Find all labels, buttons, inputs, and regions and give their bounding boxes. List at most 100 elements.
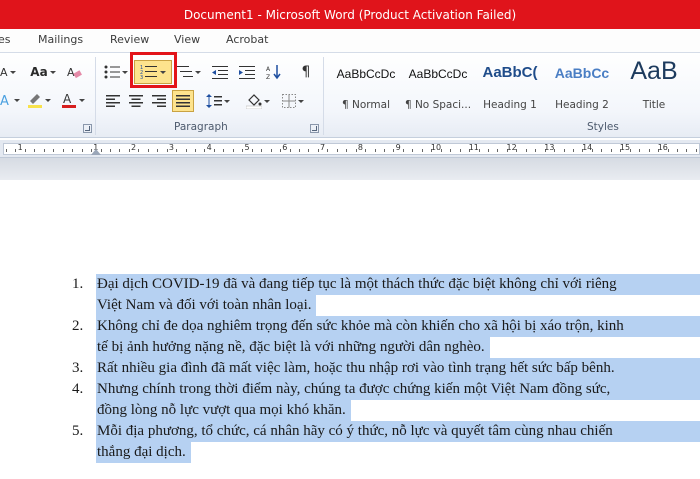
group-separator <box>323 57 324 135</box>
shrink-font-icon: A <box>0 66 8 78</box>
ruler-tick <box>365 149 367 152</box>
ruler-tick <box>110 149 111 152</box>
font-dialog-launcher[interactable] <box>83 124 92 133</box>
numbered-list: Đại dịch COVID-19 đã và đang tiếp tục là… <box>0 274 700 463</box>
multilevel-list-icon <box>177 66 193 77</box>
font-color-button[interactable]: A <box>60 90 86 110</box>
style-heading-1[interactable]: AaBbC( Heading 1 <box>475 58 545 114</box>
list-number: 4. <box>72 381 84 397</box>
ruler-number: 14 <box>582 143 593 152</box>
ruler-tick <box>72 149 74 152</box>
text-effects-button[interactable]: A <box>0 90 20 110</box>
sort-button[interactable]: AZ <box>263 62 285 82</box>
list-item[interactable]: Mỗi địa phương, tổ chức, cá nhân hãy có … <box>0 421 700 463</box>
tab-mailings[interactable]: Mailings <box>38 33 83 46</box>
tab-review[interactable]: Review <box>110 33 149 46</box>
ruler-tick <box>223 149 225 152</box>
style-sample: AaB <box>630 57 678 85</box>
borders-button[interactable] <box>280 91 306 111</box>
line-spacing-button[interactable] <box>204 91 232 111</box>
ruler-number: 13 <box>544 143 555 152</box>
text-highlight-button[interactable] <box>26 90 52 110</box>
style-normal[interactable]: AaBbCcDc ¶ Normal <box>331 58 401 114</box>
ruler-number: 6 <box>282 143 288 152</box>
style-name: Heading 2 <box>555 99 609 111</box>
style-title[interactable]: AaB Title <box>619 57 689 114</box>
list-item[interactable]: Rất nhiều gia đình đã mất việc làm, hoặc… <box>0 358 700 379</box>
ruler-tick <box>24 149 26 152</box>
ruler-tick <box>166 149 168 152</box>
svg-text:A: A <box>0 94 9 107</box>
ruler-tick <box>459 149 461 152</box>
style-sample: AaBbCcDc <box>408 67 468 81</box>
ruler-tick <box>270 149 272 152</box>
change-case-label: Aa <box>30 65 48 79</box>
style-no-spacing[interactable]: AaBbCcDc ¶ No Spaci... <box>403 58 473 114</box>
increase-indent-button[interactable] <box>236 62 258 82</box>
ruler-number: 12 <box>506 143 517 152</box>
list-item-text: Nhưng chính trong thời điểm này, chúng t… <box>97 381 611 397</box>
tab-references[interactable]: es <box>0 33 11 46</box>
ruler-tick <box>280 149 281 152</box>
ruler-tick <box>261 149 263 152</box>
ruler-tick <box>355 149 357 152</box>
list-item[interactable]: Không chỉ đe dọa nghiêm trọng đến sức kh… <box>0 316 700 358</box>
list-item[interactable]: Đại dịch COVID-19 đã và đang tiếp tục là… <box>0 274 700 316</box>
justify-button[interactable] <box>172 90 194 112</box>
ruler-tick <box>138 149 140 152</box>
ruler-tick <box>119 149 121 152</box>
list-item[interactable]: Nhưng chính trong thời điểm này, chúng t… <box>0 379 700 421</box>
ruler-tick <box>601 149 603 152</box>
ruler-scale: 1 1 2 3 4 5 6 7 8 9 10 11 12 13 14 15 16 <box>3 143 700 155</box>
style-sample: AaBbC( <box>482 64 538 81</box>
ruler-tick <box>6 149 7 152</box>
indent-marker[interactable] <box>91 149 101 155</box>
tab-view[interactable]: View <box>174 33 200 46</box>
list-item-text: Rất nhiều gia đình đã mất việc làm, hoặc… <box>97 360 615 376</box>
word-window: Document1 - Microsoft Word (Product Acti… <box>0 0 700 479</box>
ruler-tick <box>402 149 404 152</box>
shading-button[interactable] <box>244 91 272 111</box>
center-button[interactable] <box>126 91 146 111</box>
multilevel-list-button[interactable] <box>176 62 202 82</box>
ruler-tick <box>317 149 319 152</box>
list-item-text: tế bị ảnh hưởng nặng nề, đặc biệt là với… <box>97 339 485 355</box>
style-heading-2[interactable]: AaBbCc Heading 2 <box>547 58 617 114</box>
ruler-number: 2 <box>131 143 137 152</box>
bullets-button[interactable] <box>103 62 129 82</box>
ruler-tick <box>610 149 612 152</box>
decrease-indent-button[interactable] <box>209 62 231 82</box>
change-case-button[interactable]: Aa <box>30 62 56 82</box>
ruler-number: 11 <box>468 143 479 152</box>
ruler-tick <box>53 149 55 152</box>
paragraph-dialog-launcher[interactable] <box>310 124 319 133</box>
list-number: 1. <box>72 276 84 292</box>
clear-formatting-button[interactable]: A <box>64 62 84 82</box>
ruler-tick <box>242 149 244 152</box>
list-item-text: đồng lòng nỗ lực vượt qua mọi khó khăn. <box>97 402 346 418</box>
tab-acrobat[interactable]: Acrobat <box>226 33 268 46</box>
shrink-font-button[interactable]: A <box>0 62 16 82</box>
ruler-tick <box>15 149 17 152</box>
ruler-number: 9 <box>395 143 401 152</box>
list-item-text: Không chỉ đe dọa nghiêm trọng đến sức kh… <box>97 318 624 334</box>
horizontal-ruler[interactable]: 1 1 2 3 4 5 6 7 8 9 10 11 12 13 14 15 16 <box>0 140 700 158</box>
align-right-button[interactable] <box>149 91 169 111</box>
sort-icon: AZ <box>266 65 281 80</box>
text-effects-icon: A <box>0 94 9 107</box>
ruler-tick <box>34 149 36 152</box>
ruler-tick <box>195 149 196 152</box>
ruler-tick <box>62 149 64 152</box>
ruler-number: 1 <box>17 143 23 152</box>
list-item-text: Đại dịch COVID-19 đã và đang tiếp tục là… <box>97 276 617 292</box>
ruler-tick <box>147 149 149 152</box>
align-left-button[interactable] <box>103 91 123 111</box>
ruler-tick <box>695 149 697 152</box>
increase-indent-icon <box>239 66 255 79</box>
ruler-tick <box>374 149 376 152</box>
ruler-tick <box>639 149 641 152</box>
document-page[interactable]: Đại dịch COVID-19 đã và đang tiếp tục là… <box>0 180 700 479</box>
ruler-tick <box>648 149 650 152</box>
ruler-tick <box>204 149 206 152</box>
show-hide-button[interactable]: ¶ <box>296 62 316 82</box>
